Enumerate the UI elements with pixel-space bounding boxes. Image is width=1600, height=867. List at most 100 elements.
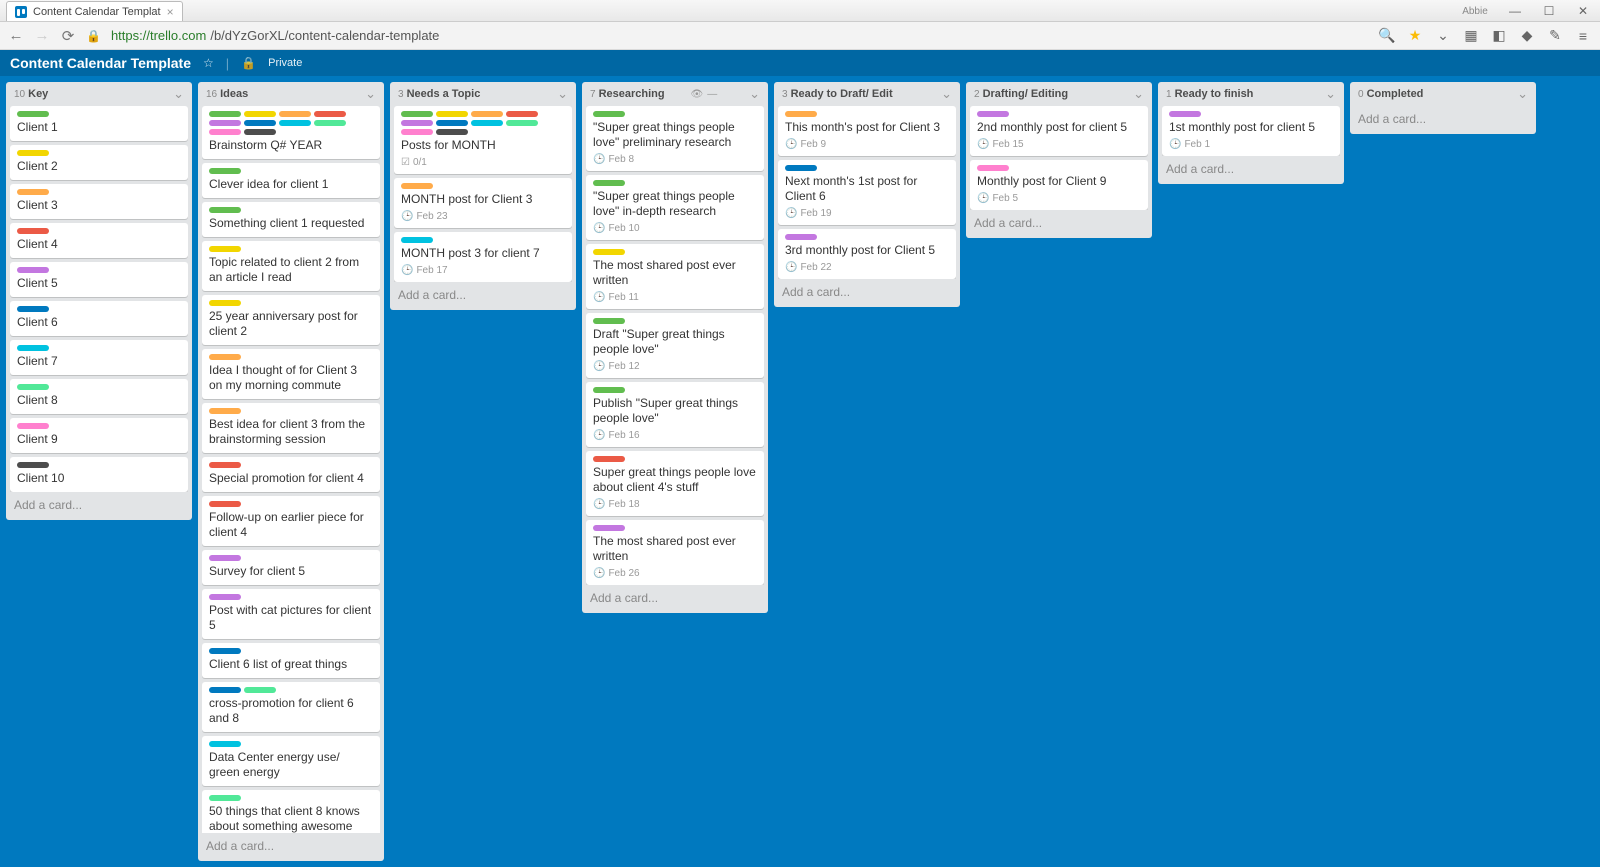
label-lime[interactable] bbox=[209, 795, 241, 801]
star-board-icon[interactable]: ☆ bbox=[203, 56, 214, 70]
label-yellow[interactable] bbox=[209, 300, 241, 306]
label-blue[interactable] bbox=[209, 687, 241, 693]
list-name[interactable]: Needs a Topic bbox=[407, 88, 481, 100]
card[interactable]: Client 6 list of great things bbox=[202, 643, 380, 678]
add-card-button[interactable]: Add a card... bbox=[198, 833, 384, 861]
card[interactable]: The most shared post ever written🕒Feb 11 bbox=[586, 244, 764, 309]
card[interactable]: Posts for MONTH☑0/1 bbox=[394, 106, 572, 174]
address-bar[interactable]: https://trello.com/b/dYzGorXL/content-ca… bbox=[111, 28, 1368, 43]
add-card-button[interactable]: Add a card... bbox=[1158, 156, 1344, 184]
forward-button[interactable]: → bbox=[34, 27, 50, 44]
label-red[interactable] bbox=[209, 462, 241, 468]
list-menu-icon[interactable]: ⌄ bbox=[1133, 86, 1144, 102]
card[interactable]: Best idea for client 3 from the brainsto… bbox=[202, 403, 380, 453]
list-menu-icon[interactable]: ⌄ bbox=[365, 86, 376, 102]
board-title[interactable]: Content Calendar Template bbox=[10, 55, 191, 71]
label-black[interactable] bbox=[17, 462, 49, 468]
card[interactable]: Something client 1 requested bbox=[202, 202, 380, 237]
card[interactable]: 1st monthly post for client 5🕒Feb 1 bbox=[1162, 106, 1340, 156]
label-yellow[interactable] bbox=[17, 150, 49, 156]
card[interactable]: 25 year anniversary post for client 2 bbox=[202, 295, 380, 345]
card[interactable]: The most shared post ever written🕒Feb 26 bbox=[586, 520, 764, 585]
label-red[interactable] bbox=[506, 111, 538, 117]
label-lime[interactable] bbox=[244, 687, 276, 693]
label-red[interactable] bbox=[593, 456, 625, 462]
list-header[interactable]: 3Ready to Draft/ Edit⌄ bbox=[774, 82, 960, 106]
label-red[interactable] bbox=[209, 501, 241, 507]
extension-icon-3[interactable]: ◆ bbox=[1518, 27, 1536, 45]
add-card-button[interactable]: Add a card... bbox=[390, 282, 576, 310]
add-card-button[interactable]: Add a card... bbox=[582, 585, 768, 613]
card[interactable]: 50 things that client 8 knows about some… bbox=[202, 790, 380, 833]
label-yellow[interactable] bbox=[436, 111, 468, 117]
pocket-icon[interactable]: ⌄ bbox=[1434, 27, 1452, 45]
card[interactable]: Next month's 1st post for Client 6🕒Feb 1… bbox=[778, 160, 956, 225]
label-purple[interactable] bbox=[209, 120, 241, 126]
minimize-button[interactable]: — bbox=[1498, 0, 1532, 22]
card[interactable]: MONTH post 3 for client 7🕒Feb 17 bbox=[394, 232, 572, 282]
label-lime[interactable] bbox=[17, 384, 49, 390]
bookmark-star-icon[interactable]: ★ bbox=[1406, 27, 1424, 45]
card[interactable]: "Super great things people love" prelimi… bbox=[586, 106, 764, 171]
privacy-label[interactable]: Private bbox=[268, 57, 302, 69]
label-lime[interactable] bbox=[506, 120, 538, 126]
label-green[interactable] bbox=[593, 111, 625, 117]
list-name[interactable]: Ready to Draft/ Edit bbox=[791, 88, 893, 100]
label-pink[interactable] bbox=[977, 165, 1009, 171]
label-purple[interactable] bbox=[209, 594, 241, 600]
label-sky[interactable] bbox=[279, 120, 311, 126]
card[interactable]: Post with cat pictures for client 5 bbox=[202, 589, 380, 639]
list-name[interactable]: Key bbox=[28, 88, 48, 100]
card[interactable]: "Super great things people love" in-dept… bbox=[586, 175, 764, 240]
add-card-button[interactable]: Add a card... bbox=[966, 210, 1152, 238]
label-pink[interactable] bbox=[401, 129, 433, 135]
label-sky[interactable] bbox=[401, 237, 433, 243]
label-green[interactable] bbox=[593, 318, 625, 324]
card[interactable]: Client 1 bbox=[10, 106, 188, 141]
label-purple[interactable] bbox=[401, 120, 433, 126]
list-header[interactable]: 2Drafting/ Editing⌄ bbox=[966, 82, 1152, 106]
list-header[interactable]: 16Ideas⌄ bbox=[198, 82, 384, 106]
label-orange[interactable] bbox=[471, 111, 503, 117]
label-green[interactable] bbox=[17, 111, 49, 117]
extension-icon-2[interactable]: ◧ bbox=[1490, 27, 1508, 45]
label-green[interactable] bbox=[209, 168, 241, 174]
card[interactable]: Client 9 bbox=[10, 418, 188, 453]
label-pink[interactable] bbox=[209, 129, 241, 135]
label-purple[interactable] bbox=[209, 555, 241, 561]
maximize-button[interactable]: ☐ bbox=[1532, 0, 1566, 22]
card[interactable]: Brainstorm Q# YEAR bbox=[202, 106, 380, 159]
extension-icon-1[interactable]: ▦ bbox=[1462, 27, 1480, 45]
list-name[interactable]: Ideas bbox=[220, 88, 248, 100]
label-blue[interactable] bbox=[209, 648, 241, 654]
label-green[interactable] bbox=[593, 180, 625, 186]
label-yellow[interactable] bbox=[209, 246, 241, 252]
list-name[interactable]: Completed bbox=[1367, 88, 1424, 100]
label-black[interactable] bbox=[244, 129, 276, 135]
card[interactable]: Idea I thought of for Client 3 on my mor… bbox=[202, 349, 380, 399]
label-black[interactable] bbox=[436, 129, 468, 135]
list-header[interactable]: 1Ready to finish⌄ bbox=[1158, 82, 1344, 106]
list-header[interactable]: 3Needs a Topic⌄ bbox=[390, 82, 576, 106]
list-menu-icon[interactable]: ⌄ bbox=[1517, 86, 1528, 102]
label-sky[interactable] bbox=[209, 741, 241, 747]
card[interactable]: Client 5 bbox=[10, 262, 188, 297]
close-tab-icon[interactable]: × bbox=[167, 5, 174, 19]
card[interactable]: Client 2 bbox=[10, 145, 188, 180]
label-purple[interactable] bbox=[785, 234, 817, 240]
label-sky[interactable] bbox=[471, 120, 503, 126]
label-green[interactable] bbox=[209, 111, 241, 117]
label-yellow[interactable] bbox=[244, 111, 276, 117]
label-orange[interactable] bbox=[209, 408, 241, 414]
list-header[interactable]: 0Completed⌄ bbox=[1350, 82, 1536, 106]
label-lime[interactable] bbox=[314, 120, 346, 126]
card[interactable]: Special promotion for client 4 bbox=[202, 457, 380, 492]
label-pink[interactable] bbox=[17, 423, 49, 429]
label-orange[interactable] bbox=[401, 183, 433, 189]
label-orange[interactable] bbox=[785, 111, 817, 117]
list-menu-icon[interactable]: ⌄ bbox=[749, 86, 760, 102]
card[interactable]: This month's post for Client 3🕒Feb 9 bbox=[778, 106, 956, 156]
add-card-button[interactable]: Add a card... bbox=[6, 492, 192, 520]
card[interactable]: Client 6 bbox=[10, 301, 188, 336]
search-icon[interactable]: 🔍 bbox=[1378, 27, 1396, 45]
